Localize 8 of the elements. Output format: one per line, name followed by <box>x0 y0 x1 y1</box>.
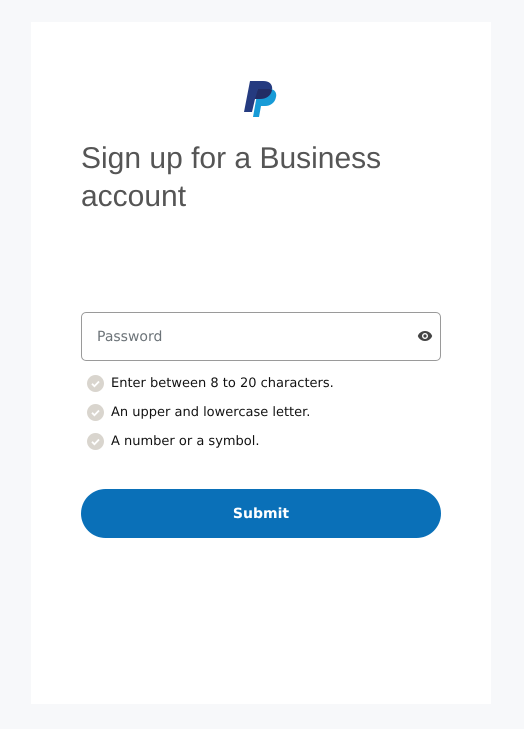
eye-icon[interactable] <box>417 330 433 342</box>
submit-button[interactable]: Submit <box>81 489 441 538</box>
rule-text: A number or a symbol. <box>111 434 260 449</box>
rule-text: Enter between 8 to 20 characters. <box>111 376 334 391</box>
rule-text: An upper and lowercase letter. <box>111 405 310 420</box>
page-title: Sign up for a Business account <box>81 141 382 215</box>
logo-icon <box>244 80 278 118</box>
password-field[interactable]: Password <box>81 312 441 361</box>
